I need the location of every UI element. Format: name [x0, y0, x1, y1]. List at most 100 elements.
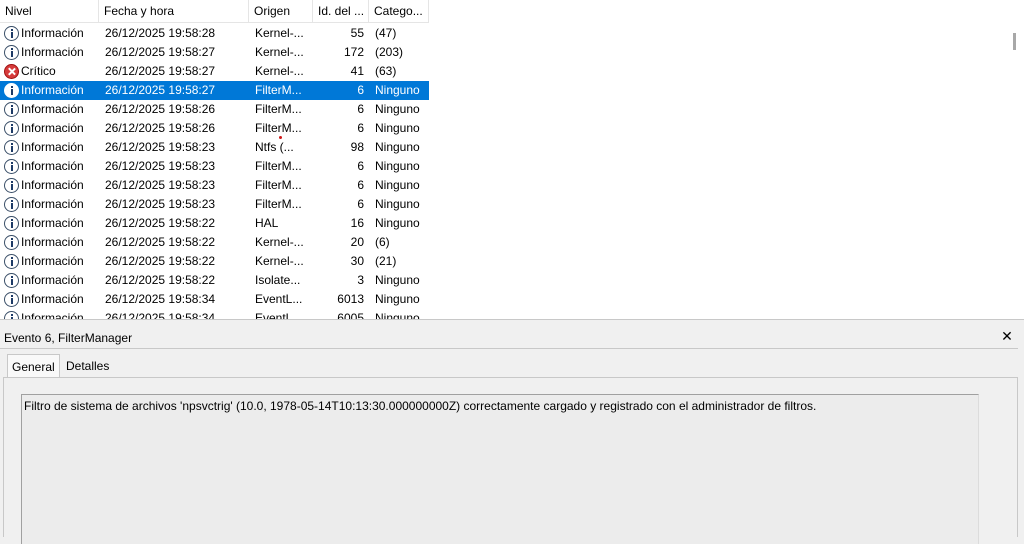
cell-id: 98	[350, 140, 364, 154]
cell-fecha: 26/12/2025 19:58:23	[105, 197, 216, 211]
table-row[interactable]: Información 26/12/2025 19:58:34 EventL... 6…	[0, 290, 429, 309]
table-row[interactable]: Información 26/12/2025 19:58:23 Ntfs (... 9…	[0, 138, 429, 157]
cell-nivel: Información	[21, 121, 84, 135]
cell-fecha: 26/12/2025 19:58:22	[105, 273, 216, 287]
cell-id: 172	[343, 45, 364, 59]
column-nivel[interactable]: Nivel	[0, 0, 99, 23]
table-row[interactable]: Información 26/12/2025 19:58:22 Kernel-...…	[0, 233, 429, 252]
table-row[interactable]: Crítico 26/12/2025 19:58:27 Kernel-... 41 (6…	[0, 62, 429, 81]
cell-id: 6005	[337, 311, 364, 319]
info-icon	[4, 197, 19, 212]
info-icon	[4, 121, 19, 136]
cell-origen: FilterM...	[255, 83, 302, 97]
cell-fecha: 26/12/2025 19:58:34	[105, 292, 216, 306]
cell-fecha: 26/12/2025 19:58:34	[105, 311, 216, 319]
vertical-scrollbar[interactable]	[1008, 0, 1024, 319]
info-icon	[4, 45, 19, 60]
cell-fecha: 26/12/2025 19:58:26	[105, 102, 216, 116]
cell-nivel: Información	[21, 102, 84, 116]
cell-categoria: Ninguno	[375, 311, 420, 319]
table-row[interactable]: Información 26/12/2025 19:58:28 Kernel-...…	[0, 24, 429, 43]
tab-border-right	[1017, 377, 1018, 537]
cell-origen: FilterM...	[255, 102, 302, 116]
cell-id: 6013	[337, 292, 364, 306]
cell-origen: Kernel-...	[255, 235, 304, 249]
cell-categoria: (47)	[375, 26, 397, 40]
column-header: Nivel Fecha y hora Origen Id. del ... Ca…	[0, 0, 1008, 24]
cell-categoria: Ninguno	[375, 83, 420, 97]
cell-nivel: Crítico	[21, 64, 56, 78]
column-categoria[interactable]: Catego...	[369, 0, 429, 23]
table-row[interactable]: Información 26/12/2025 19:58:27 FilterM...…	[0, 81, 429, 100]
info-icon	[4, 83, 19, 98]
cell-fecha: 26/12/2025 19:58:27	[105, 45, 216, 59]
column-origen[interactable]: Origen	[249, 0, 313, 23]
cell-nivel: Información	[21, 273, 84, 287]
table-row[interactable]: Información 26/12/2025 19:58:22 Isolate...…	[0, 271, 429, 290]
column-id[interactable]: Id. del ...	[313, 0, 369, 23]
cell-nivel: Información	[21, 140, 84, 154]
scrollbar-thumb[interactable]	[1013, 33, 1016, 50]
table-row[interactable]: Información 26/12/2025 19:58:22 HAL 16 Ningu…	[0, 214, 429, 233]
critical-icon	[4, 64, 19, 79]
cell-id: 30	[350, 254, 364, 268]
cell-nivel: Información	[21, 83, 84, 97]
cell-fecha: 26/12/2025 19:58:22	[105, 254, 216, 268]
cell-id: 41	[350, 64, 364, 78]
marker-dot	[279, 136, 282, 139]
info-icon	[4, 159, 19, 174]
close-icon[interactable]: ✕	[1000, 328, 1014, 344]
column-fecha[interactable]: Fecha y hora	[99, 0, 249, 23]
cell-nivel: Información	[21, 235, 84, 249]
info-icon	[4, 311, 19, 319]
tab-divider	[3, 377, 1018, 378]
event-description: Filtro de sistema de archivos 'npsvctrig…	[24, 399, 817, 413]
cell-origen: Kernel-...	[255, 254, 304, 268]
cell-nivel: Información	[21, 26, 84, 40]
cell-categoria: (21)	[375, 254, 397, 268]
cell-nivel: Información	[21, 254, 84, 268]
cell-fecha: 26/12/2025 19:58:28	[105, 26, 216, 40]
event-description-box[interactable]: Filtro de sistema de archivos 'npsvctrig…	[21, 394, 979, 544]
cell-nivel: Información	[21, 159, 84, 173]
table-row[interactable]: Información 26/12/2025 19:58:23 FilterM...…	[0, 157, 429, 176]
cell-origen: Isolate...	[255, 273, 301, 287]
cell-nivel: Información	[21, 292, 84, 306]
table-row[interactable]: Información 26/12/2025 19:58:23 FilterM...…	[0, 195, 429, 214]
cell-nivel: Información	[21, 178, 84, 192]
cell-categoria: Ninguno	[375, 197, 420, 211]
cell-categoria: Ninguno	[375, 121, 420, 135]
divider	[0, 348, 1018, 349]
table-row[interactable]: Información 26/12/2025 19:58:27 Kernel-...…	[0, 43, 429, 62]
cell-origen: EventL...	[255, 311, 303, 319]
cell-origen: HAL	[255, 216, 279, 230]
cell-nivel: Información	[21, 216, 84, 230]
info-icon	[4, 235, 19, 250]
cell-fecha: 26/12/2025 19:58:23	[105, 178, 216, 192]
info-icon	[4, 216, 19, 231]
info-icon	[4, 273, 19, 288]
cell-nivel: Información	[21, 197, 84, 211]
info-icon	[4, 254, 19, 269]
table-row[interactable]: Información 26/12/2025 19:58:34 EventL... 6…	[0, 309, 429, 319]
info-icon	[4, 140, 19, 155]
table-row[interactable]: Información 26/12/2025 19:58:26 FilterM...…	[0, 119, 429, 138]
cell-id: 6	[357, 121, 364, 135]
cell-origen: EventL...	[255, 292, 303, 306]
cell-categoria: Ninguno	[375, 273, 420, 287]
cell-fecha: 26/12/2025 19:58:23	[105, 159, 216, 173]
cell-categoria: Ninguno	[375, 140, 420, 154]
table-row[interactable]: Información 26/12/2025 19:58:26 FilterM...…	[0, 100, 429, 119]
events-list[interactable]: Nivel Fecha y hora Origen Id. del ... Ca…	[0, 0, 1008, 319]
tab-general[interactable]: General	[7, 354, 60, 378]
event-details-panel: Evento 6, FilterManager ✕ General Detall…	[0, 324, 1024, 544]
cell-nivel: Información	[21, 45, 84, 59]
cell-id: 3	[357, 273, 364, 287]
cell-categoria: (203)	[375, 45, 404, 59]
cell-categoria: (6)	[375, 235, 390, 249]
table-row[interactable]: Información 26/12/2025 19:58:23 FilterM...…	[0, 176, 429, 195]
table-row[interactable]: Información 26/12/2025 19:58:22 Kernel-...…	[0, 252, 429, 271]
tab-detalles[interactable]: Detalles	[62, 356, 112, 377]
cell-origen: FilterM...	[255, 178, 302, 192]
cell-categoria: Ninguno	[375, 292, 420, 306]
